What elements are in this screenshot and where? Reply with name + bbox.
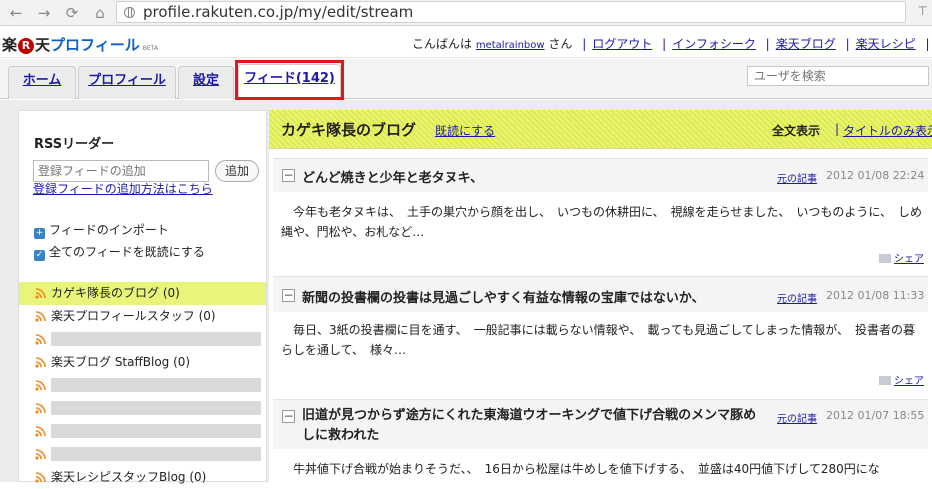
username-link[interactable]: metalrainbow (476, 40, 545, 51)
blog-title: カゲキ隊長のブログ (281, 121, 417, 139)
tab-profile[interactable]: プロフィール (78, 66, 176, 99)
feed-label: 楽天ブログ StaffBlog (0) (51, 355, 191, 369)
feed-item[interactable]: 楽天レシピスタッフBlog (0) (19, 466, 266, 489)
article: − 旧道が見つからず途方にくれた東海道ウオーキングで値下げ合戦のメンマ豚めしに救… (269, 399, 932, 476)
redacted-feed-label (51, 424, 261, 438)
honorific-text: さん (548, 37, 573, 51)
rss-icon (35, 357, 46, 368)
import-feed-action[interactable]: + フィードのインポート (34, 221, 169, 239)
rss-icon (35, 380, 46, 391)
feed-label: 楽天プロフィールスタッフ (0) (51, 309, 216, 323)
article: − どんど焼きと少年と老タヌキ、 元の記事 2012 01/08 22:24 今… (269, 158, 932, 265)
rss-icon (35, 449, 46, 460)
view-separator: | (835, 122, 840, 136)
article-header: − どんど焼きと少年と老タヌキ、 元の記事 2012 01/08 22:24 (273, 158, 928, 192)
source-link[interactable]: 元の記事 (777, 170, 817, 185)
rakuten-blog-link[interactable]: 楽天ブログ (776, 37, 836, 51)
article-header: − 新聞の投書欄の投書は見過ごしやすく有益な情報の宝庫ではないか、 元の記事 2… (273, 276, 928, 312)
rakuten-recipe-link[interactable]: 楽天レシピ (856, 37, 916, 51)
add-feed-button[interactable]: 追加 (215, 160, 259, 182)
redacted-feed-label (51, 332, 261, 346)
forward-icon[interactable]: → (34, 3, 54, 23)
source-link[interactable]: 元の記事 (777, 290, 817, 305)
share-icon (879, 376, 891, 385)
rss-icon (35, 472, 46, 483)
feed-item[interactable]: カゲキ隊長のブログ (0) (19, 282, 266, 305)
article: − 新聞の投書欄の投書は見過ごしやすく有益な情報の宝庫ではないか、 元の記事 2… (269, 276, 932, 387)
feed-header: カゲキ隊長のブログ 既読にする 全文表示 | タイトルのみ表示 (269, 110, 932, 149)
sidebar-title: RSSリーダー (34, 137, 115, 152)
tab-feed[interactable]: フィード(142) (238, 64, 341, 100)
feed-item[interactable]: 楽天ブログ StaffBlog (0) (19, 351, 266, 374)
article-title[interactable]: 旧道が見つからず途方にくれた東海道ウオーキングで値下げ合戦のメンマ豚めしに救われ… (302, 406, 768, 446)
article-body: 牛丼値下げ合戦が始まりそうだ、、 16日から松屋は牛めしを値下げする、 並盛は4… (281, 462, 880, 476)
rakuten-profile-logo[interactable]: 楽 R 天プロフィール BETA (2, 34, 158, 55)
mark-read-link[interactable]: 既読にする (435, 122, 495, 139)
collapse-icon[interactable]: − (282, 289, 295, 302)
feed-label: カゲキ隊長のブログ (0) (51, 286, 180, 300)
greeting-text: こんばんは (412, 37, 473, 51)
rss-icon (35, 403, 46, 414)
checkbox-icon: ✓ (34, 250, 45, 261)
view-title-only-link[interactable]: タイトルのみ表示 (843, 122, 932, 139)
browser-toolbar: ← → ⟳ ⌂ profile.rakuten.co.jp/my/edit/st… (0, 0, 932, 26)
feed-main-panel: カゲキ隊長のブログ 既読にする 全文表示 | タイトルのみ表示 − どんど焼きと… (269, 110, 932, 482)
feed-item[interactable]: 楽天プロフィールスタッフ (0) (19, 305, 266, 328)
user-search-input[interactable] (747, 66, 929, 86)
feed-list: カゲキ隊長のブログ (0) 楽天プロフィールスタッフ (0) 楽天ブログ Sta… (19, 282, 266, 489)
article-body: 今年も老タヌキは、 土手の巣穴から顔を出し、 いつもの休耕田に、 視線を走らせま… (281, 205, 923, 239)
feed-item[interactable] (19, 374, 266, 397)
collapse-icon[interactable]: − (282, 169, 295, 182)
browser-menu-icon[interactable]: ⊤ (918, 4, 928, 18)
plus-icon: + (34, 228, 45, 239)
rakuten-r-icon: R (18, 38, 35, 54)
article-date: 2012 01/08 22:24 (826, 169, 925, 182)
redacted-feed-label (51, 401, 261, 415)
view-full-text[interactable]: 全文表示 (772, 122, 820, 139)
article-body: 毎日、3紙の投書欄に目を通す、 一般記事には載らない情報や、 載っても見過ごして… (281, 323, 916, 357)
address-bar[interactable]: profile.rakuten.co.jp/my/edit/stream (116, 1, 906, 23)
header-links: こんばんは metalrainbow さん | ログアウト | インフォシーク | 楽… (412, 37, 930, 51)
article-date: 2012 01/07 18:55 (826, 409, 925, 422)
site-header: 楽 R 天プロフィール BETA こんばんは metalrainbow さん | ログア… (0, 27, 932, 58)
article-title[interactable]: どんど焼きと少年と老タヌキ、 (302, 167, 483, 186)
feed-item[interactable] (19, 420, 266, 443)
feed-item[interactable] (19, 328, 266, 351)
tab-home[interactable]: ホーム (8, 66, 76, 99)
source-link[interactable]: 元の記事 (777, 410, 817, 425)
feed-item[interactable] (19, 397, 266, 420)
rss-icon (35, 288, 46, 299)
logout-link[interactable]: ログアウト (592, 37, 652, 51)
rss-icon (35, 426, 46, 437)
share-link[interactable]: シェア (879, 250, 924, 265)
share-icon (879, 254, 891, 263)
globe-icon (124, 7, 135, 18)
mark-all-read-action[interactable]: ✓ 全てのフィードを既読にする (34, 243, 205, 261)
reload-icon[interactable]: ⟳ (62, 3, 82, 23)
article-date: 2012 01/08 11:33 (826, 289, 925, 302)
redacted-feed-label (51, 447, 261, 461)
article-header: − 旧道が見つからず途方にくれた東海道ウオーキングで値下げ合戦のメンマ豚めしに救… (273, 399, 928, 449)
url-text: profile.rakuten.co.jp/my/edit/stream (143, 3, 414, 21)
collapse-icon[interactable]: − (282, 410, 295, 423)
redacted-feed-label (51, 378, 261, 392)
how-to-add-link[interactable]: 登録フィードの追加方法はこちら (33, 180, 213, 197)
rss-icon (35, 334, 46, 345)
home-icon[interactable]: ⌂ (90, 3, 110, 23)
rss-icon (35, 311, 46, 322)
back-icon[interactable]: ← (6, 3, 26, 23)
infoseek-link[interactable]: インフォシーク (672, 37, 756, 51)
article-title[interactable]: 新聞の投書欄の投書は見過ごしやすく有益な情報の宝庫ではないか、 (302, 287, 705, 306)
tab-settings[interactable]: 設定 (178, 66, 234, 99)
feed-add-input[interactable] (33, 160, 209, 182)
rss-sidebar: RSSリーダー 追加 登録フィードの追加方法はこちら +フィードのインポート ✓… (18, 110, 267, 484)
feed-item[interactable] (19, 443, 266, 466)
share-link[interactable]: シェア (879, 372, 924, 387)
